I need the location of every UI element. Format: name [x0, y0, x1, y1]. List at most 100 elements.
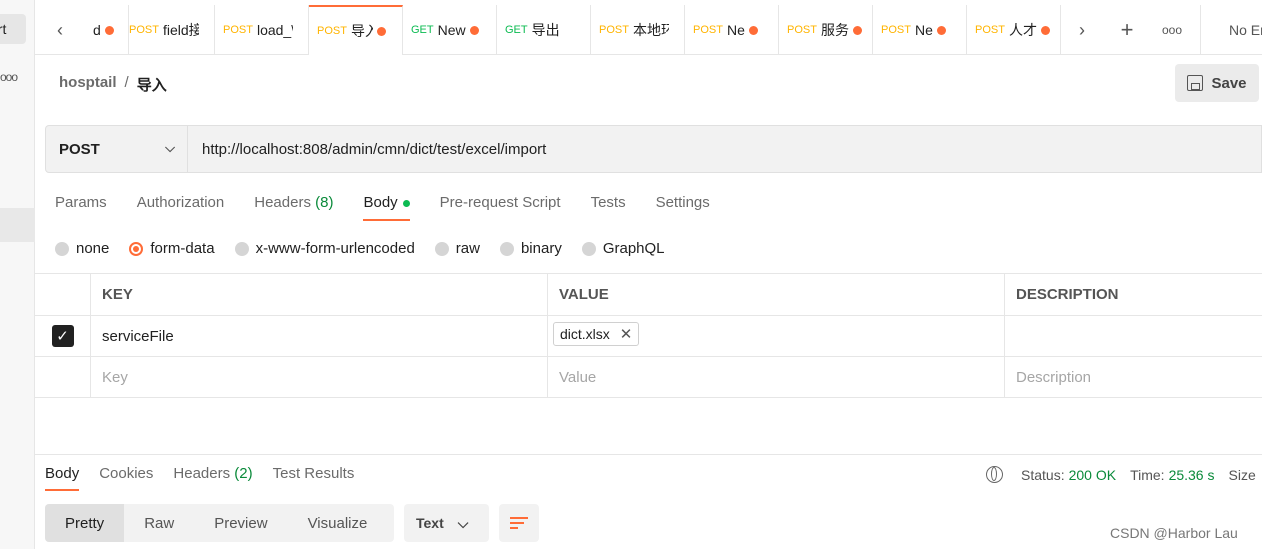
row-check-cell	[35, 357, 91, 397]
tab-7[interactable]: POST Ne	[685, 5, 779, 55]
wrap-lines-icon	[510, 516, 528, 530]
row-value[interactable]: dict.xlsx ✕	[548, 316, 1005, 356]
key-input-placeholder[interactable]: Key	[91, 357, 548, 397]
row-check-cell: ✓	[35, 316, 91, 356]
radio-circle-icon	[499, 241, 514, 256]
radio-form-data[interactable]: form-data	[129, 240, 215, 257]
file-name: dict.xlsx	[560, 326, 610, 342]
tab-method: GET	[505, 24, 528, 36]
tab-settings[interactable]: Settings	[656, 194, 710, 221]
value-input-placeholder[interactable]: Value	[548, 357, 1005, 397]
unsaved-dot-icon	[1040, 25, 1050, 35]
tab-1[interactable]: POST field接	[121, 5, 215, 55]
tab-params[interactable]: Params	[55, 194, 107, 221]
breadcrumb-request-name[interactable]: 导入	[137, 74, 167, 95]
tab-name: 导出	[531, 22, 560, 38]
radio-none[interactable]: none	[55, 240, 109, 257]
method-value: POST	[59, 140, 100, 158]
view-mode-segmented: Pretty Raw Preview Visualize	[45, 504, 394, 542]
new-tab-plus-icon[interactable]: +	[1107, 5, 1147, 55]
tab-authorization[interactable]: Authorization	[137, 194, 225, 221]
description-input-placeholder[interactable]: Description	[1005, 357, 1262, 397]
sidebar-selected-item[interactable]	[0, 208, 35, 242]
chevron-left-icon[interactable]: ‹	[35, 5, 85, 55]
view-pretty[interactable]: Pretty	[45, 504, 125, 542]
unsaved-dot-icon	[852, 25, 862, 35]
tab-10[interactable]: POST 人才	[967, 5, 1061, 55]
tab-name: d	[93, 22, 101, 38]
header-description: DESCRIPTION	[1016, 286, 1119, 303]
response-tab-test-results[interactable]: Test Results	[273, 465, 355, 491]
response-tab-cookies[interactable]: Cookies	[99, 465, 153, 491]
tab-name: Ne	[726, 22, 745, 38]
tab-5[interactable]: GET 导出	[497, 5, 591, 55]
unsaved-dot-icon	[104, 25, 114, 35]
breadcrumb: hosptail / 导入	[59, 74, 167, 95]
breadcrumb-workspace[interactable]: hosptail	[59, 74, 117, 95]
unsaved-dot-icon	[936, 25, 946, 35]
row-description[interactable]	[1005, 316, 1262, 356]
remove-file-close-icon[interactable]: ✕	[620, 325, 633, 343]
chevron-right-icon[interactable]: ›	[1057, 5, 1107, 55]
tab-headers[interactable]: Headers (8)	[254, 194, 333, 221]
body-indicator-dot-icon	[402, 199, 410, 207]
file-chip: dict.xlsx ✕	[553, 322, 640, 346]
radio-circle-icon	[129, 241, 144, 256]
size-label: Size	[1228, 466, 1256, 483]
tab-more-icon[interactable]: ooo	[1152, 5, 1192, 55]
radio-form-data-label: form-data	[150, 240, 215, 257]
tab-method: POST	[693, 24, 723, 36]
radio-raw[interactable]: raw	[434, 240, 480, 257]
tab-3-active[interactable]: POST 导入	[309, 5, 403, 55]
radio-urlencoded-label: x-www-form-urlencoded	[255, 240, 415, 257]
tab-4[interactable]: GET New	[403, 5, 497, 55]
tab-name: Ne	[914, 22, 933, 38]
format-select[interactable]: Text ⌵	[404, 504, 489, 542]
wrap-lines-button[interactable]	[499, 504, 539, 542]
view-raw[interactable]: Raw	[124, 504, 194, 542]
row-enabled-checkbox[interactable]: ✓	[51, 325, 74, 347]
tab-body-label: Body	[363, 194, 398, 211]
view-preview[interactable]: Preview	[194, 504, 287, 542]
tab-method: GET	[411, 24, 434, 36]
tab-6[interactable]: POST 本地环	[591, 5, 685, 55]
response-divider[interactable]	[35, 454, 1262, 455]
tab-headers-count: (8)	[315, 194, 334, 211]
radio-graphql-label: GraphQL	[602, 240, 665, 257]
view-visualize[interactable]: Visualize	[288, 504, 388, 542]
tab-9[interactable]: POST Ne	[873, 5, 967, 55]
response-tab-headers[interactable]: Headers (2)	[173, 465, 252, 491]
tab-2[interactable]: POST load_\	[215, 5, 309, 55]
header-key: KEY	[91, 274, 548, 315]
tab-8[interactable]: POST 服务	[779, 5, 873, 55]
row-key[interactable]: serviceFile	[91, 316, 548, 356]
save-button[interactable]: Save	[1175, 64, 1259, 102]
time-value[interactable]: 25.36 s	[1169, 467, 1215, 483]
tab-method: POST	[317, 25, 347, 37]
tab-prerequest-script[interactable]: Pre-request Script	[440, 194, 561, 221]
tab-method: POST	[881, 24, 911, 36]
radio-urlencoded[interactable]: x-www-form-urlencoded	[234, 240, 415, 257]
radio-binary[interactable]: binary	[499, 240, 562, 257]
import-button[interactable]: ort	[0, 14, 26, 44]
tab-tests[interactable]: Tests	[591, 194, 626, 221]
radio-circle-icon	[234, 241, 249, 256]
method-select[interactable]: POST ⌵	[46, 126, 188, 172]
radio-graphql[interactable]: GraphQL	[581, 240, 665, 257]
table-row: ✓ serviceFile dict.xlsx ✕	[35, 316, 1262, 357]
tab-name: 导入	[350, 23, 373, 39]
status-value[interactable]: 200 OK	[1069, 467, 1116, 483]
globe-icon[interactable]	[986, 466, 1003, 483]
radio-circle-icon	[55, 241, 69, 256]
tab-name: field接	[162, 22, 199, 38]
response-tab-body[interactable]: Body	[45, 465, 80, 491]
header-check-cell	[35, 274, 91, 315]
table-row-empty: Key Value Description	[35, 357, 1262, 398]
url-input[interactable]	[188, 126, 1261, 172]
tab-method: POST	[599, 24, 629, 36]
response-status: Status: 200 OK Time: 25.36 s Size	[986, 466, 1256, 483]
sidebar-more-icon[interactable]: ooo	[0, 70, 18, 84]
tab-body[interactable]: Body	[363, 194, 410, 221]
environment-selector[interactable]: No Er	[1200, 5, 1262, 55]
save-disk-icon	[1187, 75, 1204, 91]
